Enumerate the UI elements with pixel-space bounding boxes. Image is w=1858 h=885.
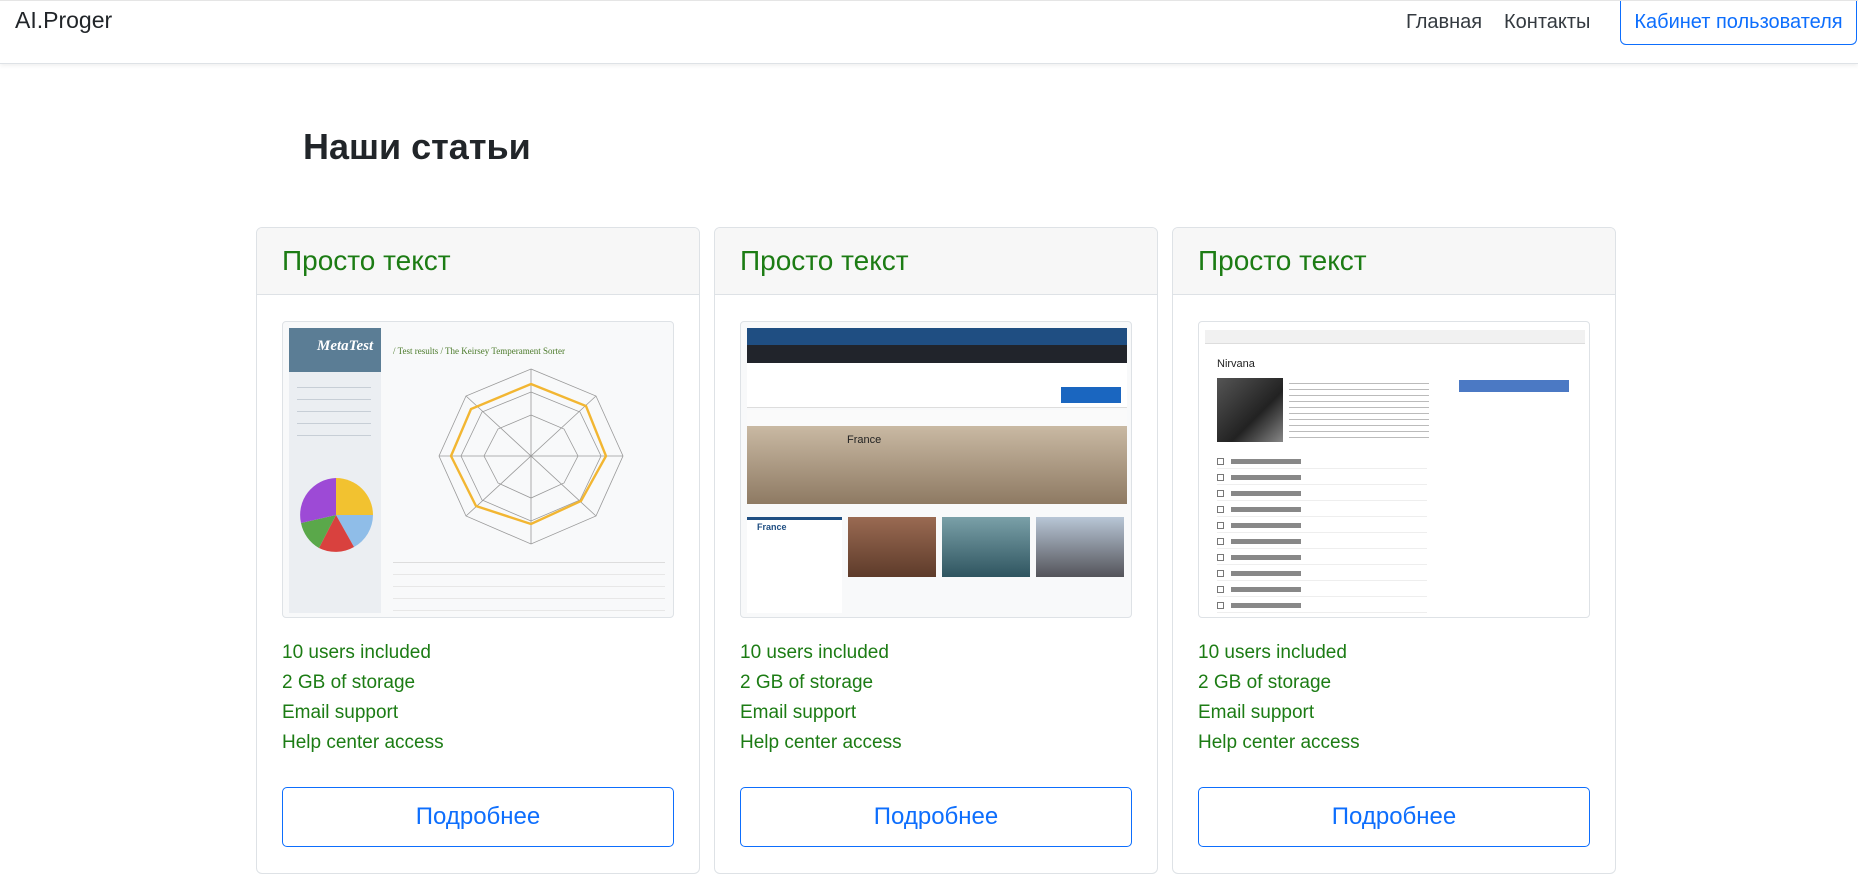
- card-title: Просто текст: [1198, 245, 1367, 276]
- nav-link-home[interactable]: Главная: [1406, 11, 1482, 34]
- thumbnail-player-bar: [1205, 330, 1585, 344]
- feature-item: Help center access: [1198, 732, 1360, 753]
- card-title: Просто текст: [740, 245, 909, 276]
- thumbnail-filter-panel: France: [747, 517, 842, 613]
- more-details-button[interactable]: Подробнее: [740, 787, 1132, 847]
- feature-item: Help center access: [740, 732, 902, 753]
- feature-item: Email support: [740, 702, 857, 723]
- feature-item: Email support: [1198, 702, 1315, 723]
- article-thumbnail[interactable]: Nirvana: [1198, 321, 1590, 618]
- feature-item: 10 users included: [282, 642, 431, 663]
- thumbnail-artist-photo: [1217, 378, 1283, 442]
- feature-item: 2 GB of storage: [282, 672, 416, 693]
- thumbnail-topbar: [747, 328, 1127, 345]
- thumbnail-photo: [1036, 517, 1124, 577]
- thumbnail-search-button: [1061, 387, 1121, 403]
- card-header: Просто текст: [1173, 228, 1615, 295]
- thumbnail-tabs: [747, 345, 1127, 363]
- radar-chart-graphic: [438, 368, 624, 545]
- card-header: Просто текст: [257, 228, 699, 295]
- thumbnail-hero: France: [747, 426, 1127, 504]
- brand-logo[interactable]: AI.Proger: [15, 7, 112, 34]
- feature-item: 2 GB of storage: [740, 672, 874, 693]
- feature-list: 10 users included 2 GB of storage Email …: [740, 638, 902, 758]
- article-thumbnail[interactable]: France France: [740, 321, 1132, 618]
- article-card: Просто текст Nirvana 10 users included 2…: [1172, 227, 1616, 874]
- thumbnail-photo: [848, 517, 936, 577]
- article-card: Просто текст MetaTest / Test results / T…: [256, 227, 700, 874]
- card-title: Просто текст: [282, 245, 451, 276]
- thumbnail-sidebar: MetaTest: [289, 328, 381, 613]
- feature-item: 10 users included: [740, 642, 889, 663]
- feature-item: Help center access: [282, 732, 444, 753]
- results-table: [393, 562, 665, 617]
- card-header: Просто текст: [715, 228, 1157, 295]
- thumbnail-photo: [942, 517, 1030, 577]
- thumbnail-search-panel: [747, 363, 1127, 408]
- feature-list: 10 users included 2 GB of storage Email …: [1198, 638, 1360, 758]
- article-card: Просто текст France France 10 users incl…: [714, 227, 1158, 874]
- user-cabinet-button[interactable]: Кабинет пользователя: [1620, 1, 1857, 45]
- thumbnail-heading: / Test results / The Keirsey Temperament…: [393, 346, 565, 356]
- thumbnail-main: / Test results / The Keirsey Temperament…: [393, 342, 665, 612]
- navbar: AI.Proger Главная Контакты Кабинет польз…: [0, 0, 1858, 64]
- page-title: Наши статьи: [303, 126, 531, 167]
- more-details-button[interactable]: Подробнее: [1198, 787, 1590, 847]
- nav-link-contacts[interactable]: Контакты: [1504, 11, 1590, 34]
- feature-list: 10 users included 2 GB of storage Email …: [282, 638, 444, 758]
- thumbnail-country-bar: [747, 410, 1127, 426]
- article-thumbnail[interactable]: MetaTest / Test results / The Keirsey Te…: [282, 321, 674, 618]
- thumbnail-bio-text: [1289, 378, 1429, 438]
- feature-item: Email support: [282, 702, 399, 723]
- thumbnail-artist-name: Nirvana: [1217, 358, 1255, 370]
- thumbnail-side-menu: [1459, 358, 1569, 488]
- feature-item: 10 users included: [1198, 642, 1347, 663]
- metatest-logo: MetaTest: [289, 328, 381, 372]
- pie-chart-graphic: [300, 478, 373, 552]
- feature-item: 2 GB of storage: [1198, 672, 1332, 693]
- more-details-button[interactable]: Подробнее: [282, 787, 674, 847]
